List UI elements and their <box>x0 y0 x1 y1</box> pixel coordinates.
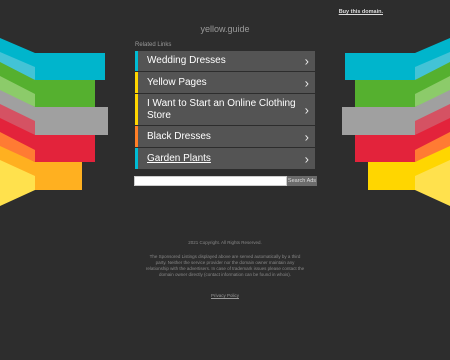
left-arrows <box>0 38 108 206</box>
search-input[interactable] <box>134 176 287 186</box>
related-link-yellow-pages[interactable]: Yellow Pages › <box>135 72 315 93</box>
related-link-label: Black Dresses <box>147 130 211 142</box>
disclaimer-text: The Sponsored Listings displayed above a… <box>145 254 305 277</box>
right-arrows <box>342 38 450 206</box>
related-link-label: Yellow Pages <box>147 76 207 88</box>
copyright-text: 2021 Copyright. All Rights Reserved. <box>188 240 262 245</box>
chevron-right-icon: › <box>304 102 309 117</box>
chevron-right-icon: › <box>304 75 309 90</box>
related-link-black-dresses[interactable]: Black Dresses › <box>135 126 315 147</box>
domain-title: yellow.guide <box>200 24 250 34</box>
related-link-label: Garden Plants <box>147 152 211 164</box>
related-link-garden-plants[interactable]: Garden Plants › <box>135 148 315 169</box>
search-bar: Search Ads <box>134 176 317 186</box>
chevron-right-icon: › <box>304 53 309 69</box>
chevron-right-icon: › <box>304 129 309 144</box>
related-link-online-clothing-store[interactable]: I Want to Start an Online Clothing Store… <box>135 94 315 125</box>
search-ads-button[interactable]: Search Ads <box>287 176 317 186</box>
chevron-right-icon: › <box>304 151 309 166</box>
privacy-policy-link[interactable]: Privacy Policy <box>0 293 450 298</box>
related-links-list: Wedding Dresses › Yellow Pages › I Want … <box>135 51 315 170</box>
related-link-label: I Want to Start an Online Clothing Store <box>147 97 296 121</box>
related-links-heading: Related Links <box>135 42 172 48</box>
buy-domain-link[interactable]: Buy this domain. <box>339 9 383 15</box>
related-link-label: Wedding Dresses <box>147 55 226 66</box>
related-link-wedding-dresses[interactable]: Wedding Dresses › <box>135 51 315 71</box>
